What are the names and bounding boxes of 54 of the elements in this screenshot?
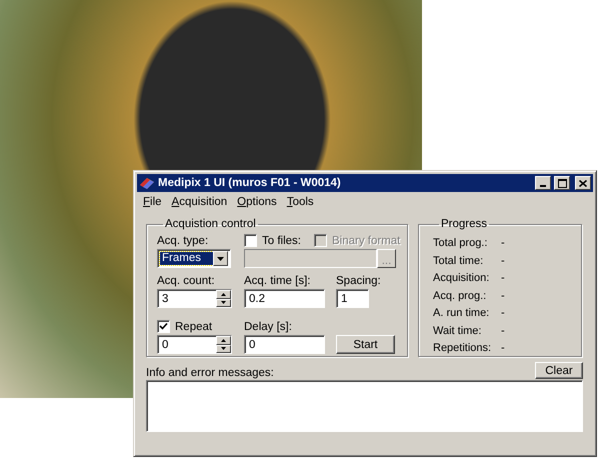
down-arrow-icon (217, 256, 224, 260)
maximize-icon (558, 178, 566, 188)
progress-value: - (501, 272, 506, 286)
progress-value: - (501, 290, 506, 303)
input-field[interactable]: 0.2 (244, 289, 325, 308)
up-arrow-icon (221, 338, 226, 342)
field-label: Spacing: (336, 274, 382, 288)
progress-value: - (501, 342, 506, 356)
progress-label: Acquisition: (433, 272, 490, 286)
progress-label: Total time: (433, 254, 484, 268)
field-label: Delay [s]: (244, 320, 293, 334)
menu-item[interactable]: Options (233, 196, 283, 208)
field-label: Acq. count: (157, 274, 216, 288)
start-button[interactable]: Start (336, 335, 395, 354)
progress-label: Acq. prog.: (433, 290, 488, 303)
progress-label: Repetitions: (433, 342, 492, 356)
progress-value: - (501, 237, 506, 250)
spin-field[interactable]: 3 (157, 289, 232, 308)
spin-up-button[interactable] (216, 290, 231, 298)
progress-value: - (501, 324, 506, 338)
maximize-button[interactable] (554, 176, 570, 190)
close-icon (579, 180, 587, 186)
progress-label: A. run time: (433, 307, 490, 320)
dropdown-button[interactable] (213, 251, 228, 266)
spin-up-button[interactable] (216, 336, 231, 344)
progress-label: Total prog.: (433, 237, 488, 250)
close-button[interactable] (575, 176, 591, 190)
group-title: Acquistion control (164, 218, 257, 230)
checkbox-label: Repeat (175, 320, 212, 332)
group-title: Progress (440, 218, 488, 230)
input-field[interactable]: 0 (244, 335, 325, 354)
minimize-button[interactable] (535, 176, 551, 190)
checkbox[interactable] (157, 320, 170, 333)
field-label: Acq. time [s]: (244, 274, 312, 288)
menu-item[interactable]: File (139, 196, 168, 208)
progress-value: - (501, 307, 506, 320)
down-arrow-icon (221, 347, 226, 350)
spin-field[interactable]: 0 (157, 335, 232, 354)
checkbox[interactable] (244, 234, 257, 247)
progress-label: Wait time: (433, 324, 482, 338)
field-label: Acq. type: (157, 234, 210, 248)
type-dropdown[interactable]: Frames (157, 249, 231, 268)
menu-item[interactable]: Tools (282, 196, 320, 208)
window-title: Medipix 1 UI (muros F01 - W0014) (158, 177, 342, 189)
messages-label: Info and error messages: (146, 367, 274, 379)
input-field[interactable]: 1 (336, 289, 369, 308)
checkbox-label: To files: (262, 234, 301, 246)
up-arrow-icon (221, 292, 226, 296)
clear-button[interactable]: Clear (535, 362, 583, 379)
app-icon (139, 176, 155, 190)
progress-value: - (501, 254, 506, 268)
down-arrow-icon (221, 301, 226, 304)
menu-item[interactable]: Acquisition (168, 196, 234, 208)
checkbox-label: Binary format (332, 234, 400, 246)
